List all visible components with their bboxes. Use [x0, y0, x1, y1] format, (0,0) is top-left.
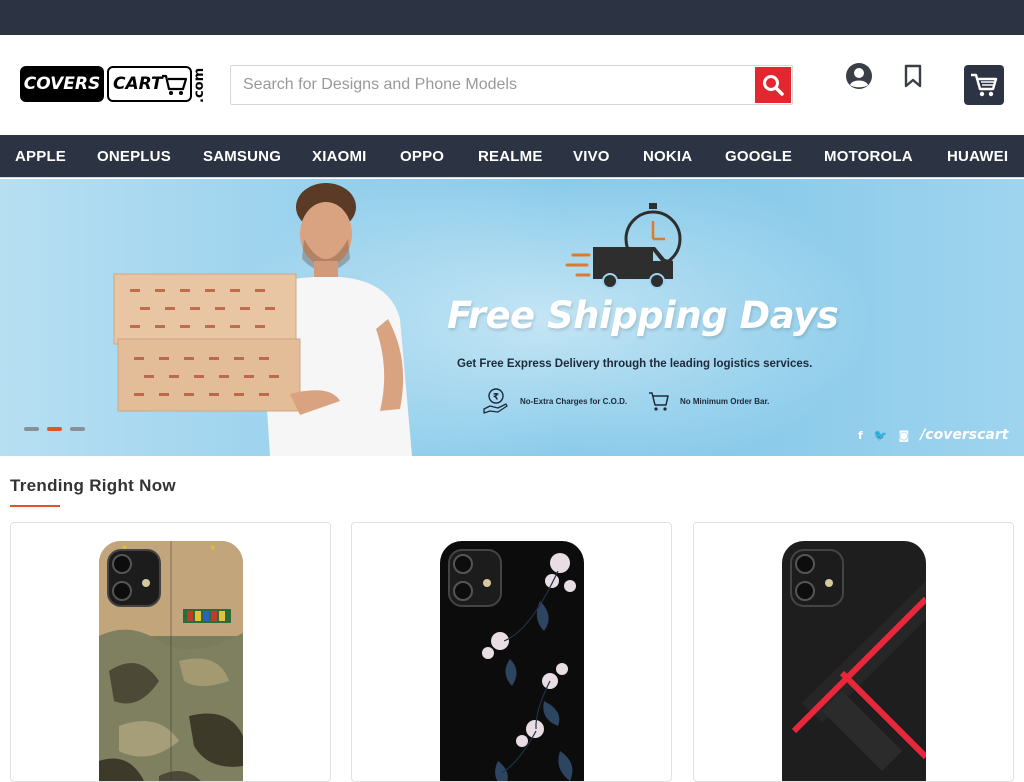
product-card[interactable]	[351, 522, 672, 782]
svg-text:★: ★	[209, 543, 216, 552]
camera-flash	[142, 579, 150, 587]
nav-item-motorola[interactable]: MOTOROLA	[824, 135, 913, 178]
camera-lens	[795, 554, 815, 574]
bookmark-icon[interactable]	[903, 64, 923, 88]
brand-nav: APPLE ONEPLUS SAMSUNG XIAOMI OPPO REALME…	[0, 135, 1024, 178]
product-image-floral-case[interactable]	[440, 541, 584, 781]
feature-min-order-text: No Minimum Order Bar.	[680, 396, 770, 406]
user-icon[interactable]	[845, 62, 873, 90]
search-bar	[230, 65, 793, 105]
product-image-red-stripe-case[interactable]	[782, 541, 926, 781]
feature-cod: ₹ No-Extra Charges for C.O.D.	[482, 387, 627, 415]
nav-item-google[interactable]: GOOGLE	[725, 135, 792, 178]
delivery-van-icon	[565, 203, 682, 289]
nav-item-huawei[interactable]: HUAWEI	[947, 135, 1008, 178]
feature-min-order: No Minimum Order Bar.	[648, 387, 769, 415]
section-title: Trending Right Now	[10, 476, 176, 495]
cart-button[interactable]	[964, 65, 1004, 105]
nav-item-xiaomi[interactable]: XIAOMI	[312, 135, 367, 178]
facebook-icon[interactable]: f	[858, 429, 863, 442]
search-icon	[763, 75, 784, 96]
nav-item-oppo[interactable]: OPPO	[400, 135, 444, 178]
camera-module	[107, 549, 161, 607]
hero-banner[interactable]: Free Shipping Days Get Free Express Deli…	[0, 179, 1024, 456]
banner-subtitle: Get Free Express Delivery through the le…	[457, 358, 813, 370]
camera-lens	[795, 581, 815, 601]
product-card[interactable]: ★ ★	[10, 522, 331, 782]
slider-dots	[24, 427, 93, 431]
nav-item-samsung[interactable]: SAMSUNG	[203, 135, 281, 178]
nav-item-realme[interactable]: REALME	[478, 135, 543, 178]
camera-lens	[112, 581, 132, 601]
nav-item-apple[interactable]: APPLE	[15, 135, 66, 178]
nav-item-vivo[interactable]: VIVO	[573, 135, 610, 178]
social-links: f 🐦 ◙ /coverscart	[858, 426, 1008, 444]
search-input[interactable]	[231, 66, 755, 104]
logo-covers: COVERS	[20, 66, 104, 102]
logo-cart-text: CART	[113, 74, 163, 94]
camera-flash	[825, 579, 833, 587]
logo[interactable]: COVERS CART .com	[20, 65, 210, 105]
camera-lens	[112, 554, 132, 574]
header: COVERS CART .com	[0, 35, 1024, 135]
feature-cod-text: No-Extra Charges for C.O.D.	[520, 396, 628, 406]
logo-com: .com	[192, 67, 207, 103]
nav-item-nokia[interactable]: NOKIA	[643, 135, 692, 178]
section-underline	[10, 505, 60, 507]
twitter-icon[interactable]: 🐦	[874, 429, 888, 442]
camera-lens	[453, 554, 473, 574]
top-bar	[0, 0, 1024, 35]
instagram-icon[interactable]: ◙	[899, 429, 910, 442]
nav-item-oneplus[interactable]: ONEPLUS	[97, 135, 171, 178]
svg-text:₹: ₹	[493, 393, 499, 403]
cart-icon	[971, 73, 998, 97]
cash-hand-icon: ₹	[483, 388, 508, 414]
camera-module	[448, 549, 502, 607]
slider-dot-2[interactable]	[47, 427, 62, 431]
camera-flash	[483, 579, 491, 587]
product-card[interactable]	[693, 522, 1014, 782]
banner-person-illustration	[113, 183, 412, 456]
search-button[interactable]	[755, 67, 791, 103]
camera-module	[790, 549, 844, 607]
slider-dot-3[interactable]	[70, 427, 85, 431]
shopping-cart-icon	[649, 392, 669, 411]
banner-title: Free Shipping Days	[447, 294, 839, 337]
camera-lens	[453, 581, 473, 601]
product-image-camo-case[interactable]: ★ ★	[99, 541, 243, 781]
social-handle: /coverscart	[920, 427, 1009, 443]
logo-cart-icon	[162, 74, 187, 95]
logo-cart-box: CART	[107, 66, 192, 102]
slider-dot-1[interactable]	[24, 427, 39, 431]
